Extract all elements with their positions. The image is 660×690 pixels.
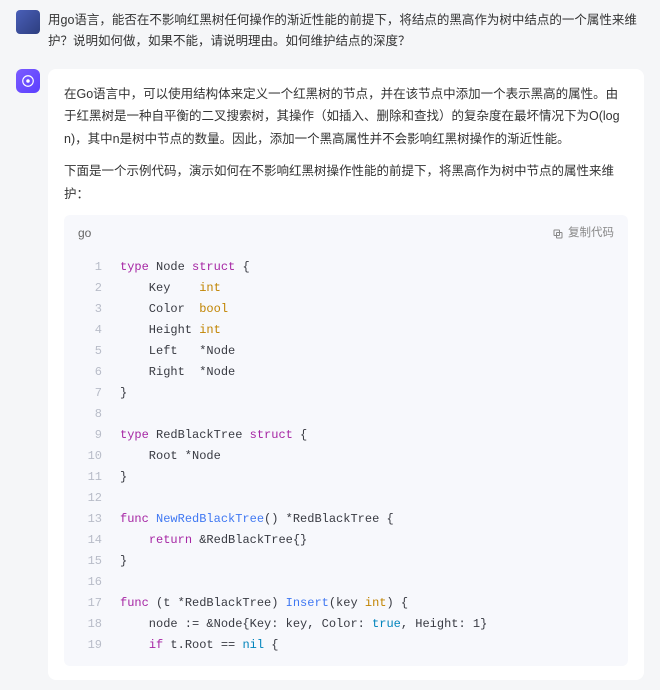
ai-message: 在Go语言中，可以使用结构体来定义一个红黑树的节点，并在该节点中添加一个表示黑高… <box>16 69 644 680</box>
chat-container: 用go语言，能否在不影响红黑树任何操作的渐近性能的前提下，将结点的黑高作为树中结… <box>0 0 660 690</box>
copy-icon <box>552 228 564 240</box>
ai-logo-icon <box>21 74 35 88</box>
user-text: 用go语言，能否在不影响红黑树任何操作的渐近性能的前提下，将结点的黑高作为树中结… <box>48 10 644 53</box>
answer-para-2: 下面是一个示例代码，演示如何在不影响红黑树操作性能的前提下，将黑高作为树中节点的… <box>64 160 628 205</box>
copy-button[interactable]: 复制代码 <box>552 223 614 244</box>
user-message: 用go语言，能否在不影响红黑树任何操作的渐近性能的前提下，将结点的黑高作为树中结… <box>16 10 644 53</box>
code-header: go 复制代码 <box>64 215 628 253</box>
ai-avatar <box>16 69 40 93</box>
code-body: 1type Node struct { 2 Key int 3 Color bo… <box>64 253 628 666</box>
ai-content: 在Go语言中，可以使用结构体来定义一个红黑树的节点，并在该节点中添加一个表示黑高… <box>48 69 644 680</box>
code-lang: go <box>78 223 91 245</box>
answer-para-1: 在Go语言中，可以使用结构体来定义一个红黑树的节点，并在该节点中添加一个表示黑高… <box>64 83 628 151</box>
user-avatar <box>16 10 40 34</box>
copy-label: 复制代码 <box>568 223 614 244</box>
code-block: go 复制代码 1type Node struct { 2 Key int 3 … <box>64 215 628 666</box>
